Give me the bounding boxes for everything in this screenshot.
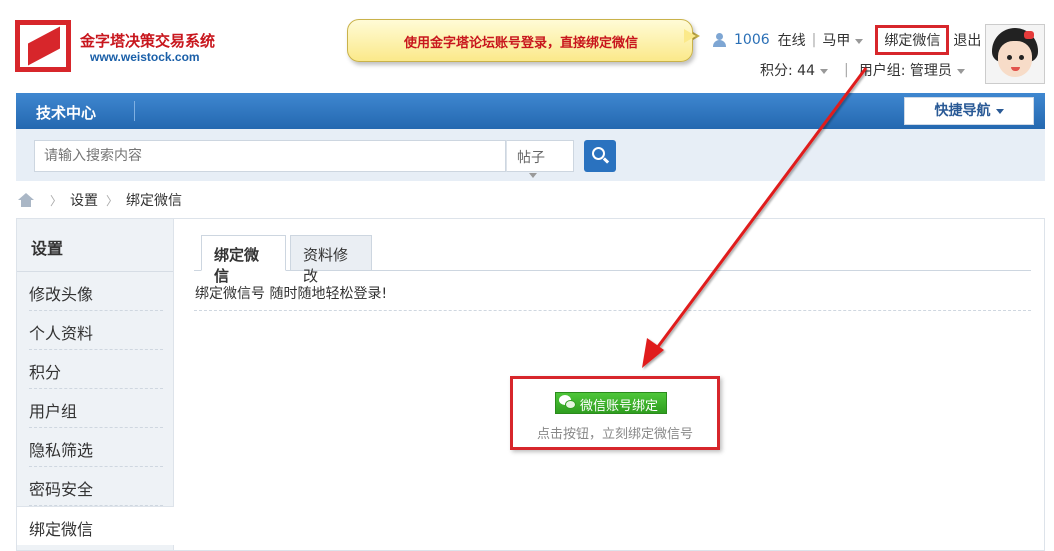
usergroup-link[interactable]: 用户组: 管理员: [859, 60, 965, 80]
avatar[interactable]: [985, 24, 1045, 84]
callout-tail-fill: [684, 29, 696, 43]
search-type-label: 帖子: [517, 150, 545, 166]
search-input[interactable]: [34, 140, 506, 172]
logo-icon[interactable]: [15, 20, 71, 72]
quick-nav-button[interactable]: 快捷导航: [904, 97, 1034, 125]
bind-wechat-panel: 微信账号绑定 点击按钮，立刻绑定微信号: [510, 376, 720, 450]
divider: |: [843, 62, 849, 78]
logout-link[interactable]: 退出: [953, 30, 981, 50]
quick-nav-label: 快捷导航: [934, 103, 991, 119]
wechat-bind-label: 微信账号绑定: [580, 399, 659, 414]
tab-edit-profile[interactable]: 资料修改: [290, 235, 372, 285]
sidebar-title: 设置: [31, 239, 64, 258]
breadcrumb-item-settings[interactable]: 设置: [70, 190, 98, 210]
username-link[interactable]: 马甲: [822, 30, 864, 50]
brand-title: 金字塔决策交易系统: [80, 32, 216, 50]
search-icon-handle: [602, 157, 610, 164]
search-bar: 帖子: [16, 129, 1045, 181]
chevron-down-icon: [956, 68, 965, 74]
callout-text: 使用金字塔论坛账号登录，直接绑定微信: [403, 36, 638, 51]
bind-description: 绑定微信号 随时随地轻松登录!: [195, 286, 388, 302]
chevron-down-icon: [995, 108, 1004, 114]
username: 马甲: [822, 33, 851, 49]
divider: |: [811, 32, 817, 48]
nav-title[interactable]: 技术中心: [36, 102, 96, 123]
sidebar-item-profile[interactable]: 个人资料: [29, 311, 163, 350]
search-type-select[interactable]: 帖子: [506, 140, 574, 178]
user-info-bar: 积分: 44 | 用户组: 管理员: [760, 60, 965, 80]
sidebar-item-password[interactable]: 密码安全: [29, 467, 163, 506]
content-divider: [194, 310, 1031, 311]
points-link[interactable]: 积分: 44: [760, 60, 828, 80]
tab-bind-wechat[interactable]: 绑定微信: [201, 235, 286, 285]
sidebar-item-privacy[interactable]: 隐私筛选: [29, 428, 163, 467]
user-bar: 1006 在线 | 马甲 绑定微信 退出: [712, 25, 981, 55]
nav-bar: 技术中心 快捷导航: [16, 93, 1045, 129]
user-icon: [712, 33, 726, 47]
points-label: 积分: 44: [760, 63, 815, 79]
main-content: 资料修改 绑定微信 绑定微信号 随时随地轻松登录! 微信账号绑定 点击按钮，立刻…: [174, 218, 1045, 551]
online-label[interactable]: 在线: [778, 30, 806, 50]
bind-wechat-link[interactable]: 绑定微信: [875, 25, 950, 55]
callout-annotation: 使用金字塔论坛账号登录，直接绑定微信: [347, 19, 693, 62]
chevron-down-icon: [855, 38, 864, 44]
sidebar: 设置 修改头像 个人资料 积分 用户组 隐私筛选 密码安全 绑定微信: [16, 218, 175, 551]
breadcrumb: 〉 设置 〉 绑定微信: [18, 190, 182, 210]
sidebar-item-points[interactable]: 积分: [29, 350, 163, 389]
chevron-down-icon: [529, 172, 537, 178]
breadcrumb-item-bind-wechat[interactable]: 绑定微信: [126, 190, 182, 210]
chevron-down-icon: [819, 68, 828, 74]
nav-divider: [134, 101, 135, 121]
brand-url: www.weistock.com: [90, 50, 200, 64]
sidebar-item-avatar[interactable]: 修改头像: [29, 272, 163, 311]
sidebar-item-usergroup[interactable]: 用户组: [29, 389, 163, 428]
chevron-right-icon: 〉: [106, 193, 119, 208]
bind-tip: 点击按钮，立刻绑定微信号: [536, 427, 693, 442]
usergroup-label: 用户组: 管理员: [858, 63, 952, 79]
wechat-bind-button[interactable]: 微信账号绑定: [555, 392, 667, 414]
wechat-icon: [559, 395, 577, 411]
online-count[interactable]: 1006: [734, 32, 770, 48]
search-button[interactable]: [584, 140, 616, 172]
home-icon[interactable]: [18, 193, 34, 207]
chevron-right-icon: 〉: [50, 193, 63, 208]
sidebar-item-bind-wechat[interactable]: 绑定微信: [17, 506, 175, 545]
page: 金字塔决策交易系统 www.weistock.com 使用金字塔论坛账号登录，直…: [0, 0, 1054, 551]
